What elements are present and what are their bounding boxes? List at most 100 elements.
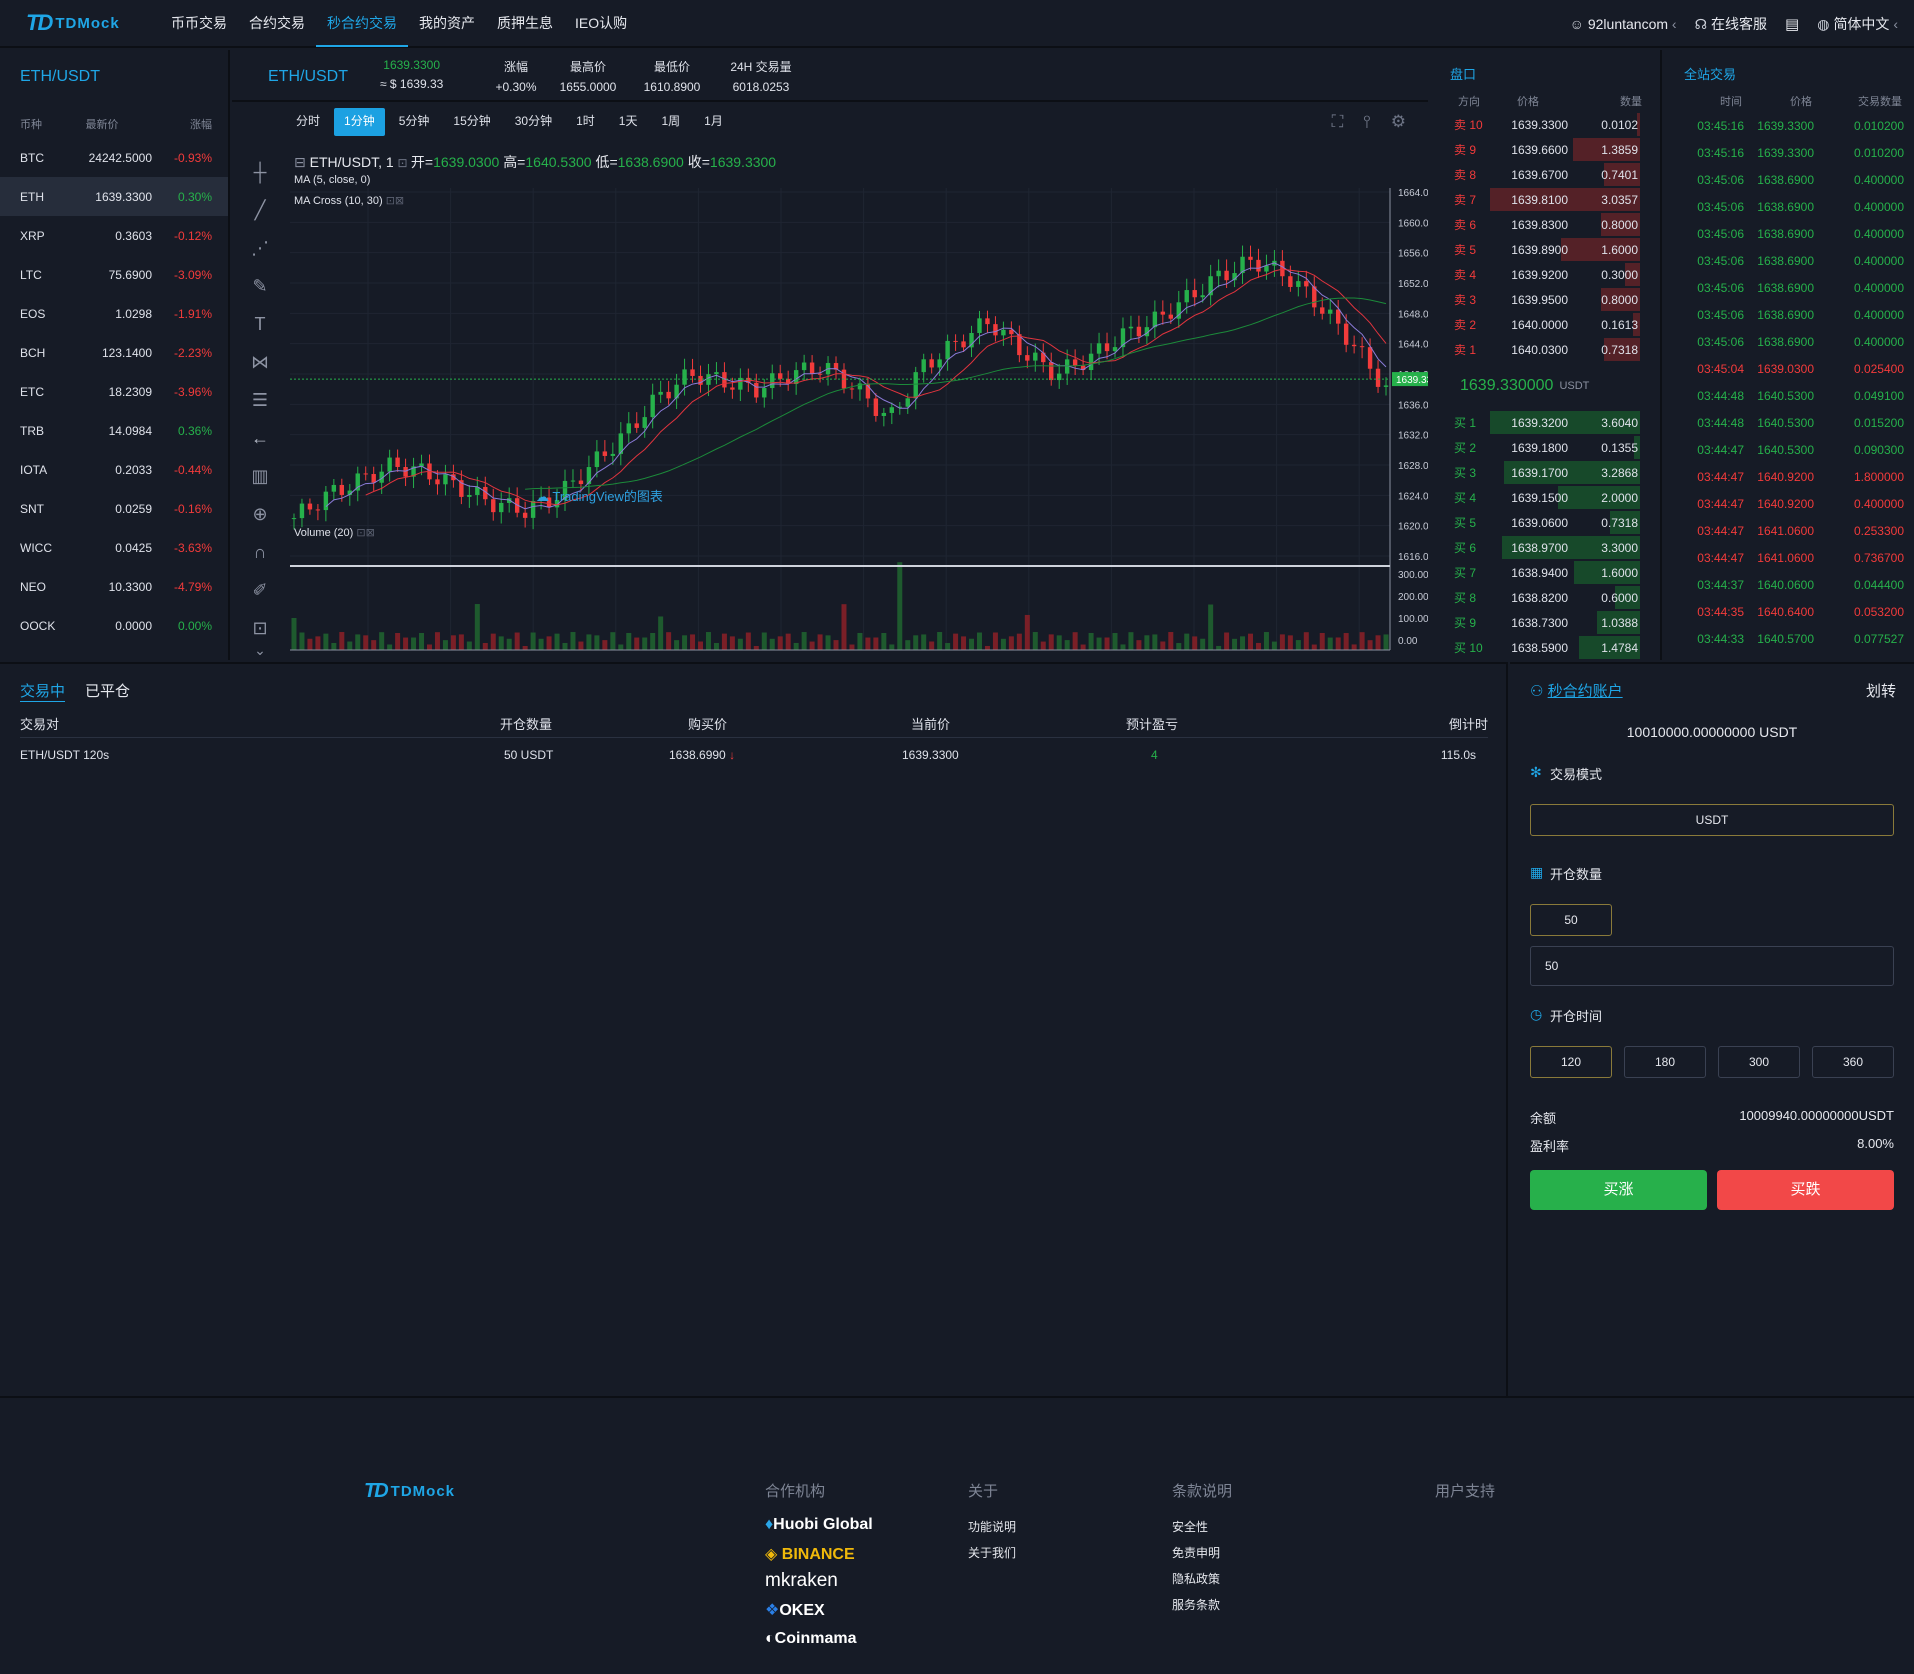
nav-second-contract[interactable]: 秒合约交易: [316, 0, 408, 47]
language-menu[interactable]: ◍ 简体中文 ‹: [1817, 14, 1898, 34]
download-icon[interactable]: ▤: [1785, 15, 1799, 33]
magnet-icon[interactable]: ∩: [248, 540, 272, 564]
ruler-icon[interactable]: ▥: [248, 464, 272, 488]
interval-tab[interactable]: 15分钟: [443, 108, 500, 136]
market-row[interactable]: SNT 0.0259 -0.16%: [0, 489, 228, 528]
time-option-360[interactable]: 360: [1812, 1046, 1894, 1078]
bid-row[interactable]: 买 9 1638.7300 1.0388: [1430, 610, 1660, 635]
ask-row[interactable]: 卖 2 1640.0000 0.1613: [1430, 312, 1660, 337]
interval-tab[interactable]: 1时: [566, 108, 605, 136]
footer-link-privacy[interactable]: 隐私政策: [1172, 1570, 1220, 1587]
nav-assets[interactable]: 我的资产: [408, 0, 486, 47]
partner-binance[interactable]: ◈ BINANCE: [765, 1544, 855, 1564]
time-option-180[interactable]: 180: [1624, 1046, 1706, 1078]
market-row[interactable]: ETC 18.2309 -3.96%: [0, 372, 228, 411]
collapse-icon[interactable]: ⊟: [294, 154, 306, 170]
brush-icon[interactable]: ✎: [248, 274, 272, 298]
footer-link-about[interactable]: 关于我们: [968, 1544, 1016, 1561]
partner-okex[interactable]: ❖OKEX: [765, 1600, 825, 1620]
market-row[interactable]: TRB 14.0984 0.36%: [0, 411, 228, 450]
partner-coinmama[interactable]: ◐Coinmama: [765, 1630, 856, 1648]
amount-input[interactable]: 50: [1530, 946, 1894, 986]
nav-staking[interactable]: 质押生息: [486, 0, 564, 47]
market-row[interactable]: OOCK 0.0000 0.00%: [0, 606, 228, 645]
ask-row[interactable]: 卖 4 1639.9200 0.3000: [1430, 262, 1660, 287]
legend-controls-icon[interactable]: ⊡⊠: [356, 527, 374, 539]
buy-down-button[interactable]: 买跌: [1717, 1170, 1894, 1210]
market-row[interactable]: IOTA 0.2033 -0.44%: [0, 450, 228, 489]
bid-row[interactable]: 买 6 1638.9700 3.3000: [1430, 535, 1660, 560]
interval-tab[interactable]: 1周: [651, 108, 690, 136]
ask-row[interactable]: 卖 10 1639.3300 0.0102: [1430, 112, 1660, 137]
nav-contract[interactable]: 合约交易: [238, 0, 316, 47]
tradingview-watermark[interactable]: ☁ TradingView的图表: [536, 486, 663, 505]
market-row[interactable]: BCH 123.1400 -2.23%: [0, 333, 228, 372]
pattern-icon[interactable]: ⋈: [248, 350, 272, 374]
bid-row[interactable]: 买 2 1639.1800 0.1355: [1430, 435, 1660, 460]
partner-kraken[interactable]: mkraken: [765, 1570, 838, 1592]
indicators-icon[interactable]: ⫯: [1363, 112, 1370, 132]
interval-tab[interactable]: 30分钟: [505, 108, 562, 136]
account-title[interactable]: ⚇ 秒合约账户: [1530, 680, 1623, 701]
ask-row[interactable]: 卖 3 1639.9500 0.8000: [1430, 287, 1660, 312]
tab-open[interactable]: 交易中: [20, 680, 66, 702]
footer-link-features[interactable]: 功能说明: [968, 1518, 1016, 1535]
legend-controls-icon[interactable]: ⊡⊠: [386, 195, 404, 207]
ask-row[interactable]: 卖 9 1639.6600 1.3859: [1430, 137, 1660, 162]
ask-row[interactable]: 卖 1 1640.0300 0.7318: [1430, 337, 1660, 362]
support-link[interactable]: ☊ 在线客服: [1695, 14, 1767, 34]
chevron-down-icon[interactable]: ⌄: [248, 638, 272, 662]
interval-tab[interactable]: 1分钟: [334, 108, 385, 136]
lock-icon[interactable]: ⊡: [248, 616, 272, 640]
bid-row[interactable]: 买 1 1639.3200 3.6040: [1430, 410, 1660, 435]
mode-select[interactable]: USDT: [1530, 804, 1894, 836]
interval-tab[interactable]: 1天: [609, 108, 648, 136]
amount-preset[interactable]: 50: [1530, 904, 1612, 936]
footer-link-disclaimer[interactable]: 免责申明: [1172, 1544, 1220, 1561]
market-row[interactable]: WICC 0.0425 -3.63%: [0, 528, 228, 567]
footer-link-security[interactable]: 安全性: [1172, 1518, 1208, 1535]
bid-row[interactable]: 买 8 1638.8200 0.6000: [1430, 585, 1660, 610]
ask-row[interactable]: 卖 5 1639.8900 1.6000: [1430, 237, 1660, 262]
settings-icon[interactable]: ⊡: [398, 156, 411, 170]
back-arrow-icon[interactable]: ←: [248, 426, 272, 450]
footer-logo[interactable]: TD TDMock: [364, 1480, 455, 1503]
ask-row[interactable]: 卖 8 1639.6700 0.7401: [1430, 162, 1660, 187]
market-row[interactable]: EOS 1.0298 -1.91%: [0, 294, 228, 333]
buy-up-button[interactable]: 买涨: [1530, 1170, 1707, 1210]
market-row[interactable]: BTC 24242.5000 -0.93%: [0, 138, 228, 177]
trendline-icon[interactable]: ╱: [248, 198, 272, 222]
fib-icon[interactable]: ⋰: [248, 236, 272, 260]
tab-closed[interactable]: 已平仓: [85, 680, 130, 702]
market-row[interactable]: LTC 75.6900 -3.09%: [0, 255, 228, 294]
nav-spot[interactable]: 币币交易: [160, 0, 238, 47]
nav-ieo[interactable]: IEO认购: [564, 0, 638, 47]
footer-link-terms[interactable]: 服务条款: [1172, 1596, 1220, 1613]
user-menu[interactable]: ☺ 92luntancom ‹: [1570, 16, 1677, 32]
bid-row[interactable]: 买 7 1638.9400 1.6000: [1430, 560, 1660, 585]
interval-tab[interactable]: 5分钟: [389, 108, 440, 136]
crosshair-icon[interactable]: ┼: [248, 160, 272, 184]
transfer-link[interactable]: 划转: [1866, 680, 1896, 701]
interval-tab[interactable]: 1月: [694, 108, 733, 136]
gear-icon[interactable]: ⚙: [1391, 112, 1406, 132]
bid-row[interactable]: 买 4 1639.1500 2.0000: [1430, 485, 1660, 510]
logo[interactable]: TD TDMock: [26, 10, 146, 36]
text-tool-icon[interactable]: T: [248, 312, 272, 336]
time-option-300[interactable]: 300: [1718, 1046, 1800, 1078]
market-row[interactable]: XRP 0.3603 -0.12%: [0, 216, 228, 255]
table-row[interactable]: ETH/USDT 120s 50 USDT 1638.6990 ↓ 1639.3…: [20, 748, 1488, 768]
measure-icon[interactable]: ☰: [248, 388, 272, 412]
bid-row[interactable]: 买 5 1639.0600 0.7318: [1430, 510, 1660, 535]
zoom-icon[interactable]: ⊕: [248, 502, 272, 526]
bid-row[interactable]: 买 10 1638.5900 1.4784: [1430, 635, 1660, 660]
time-option-120[interactable]: 120: [1530, 1046, 1612, 1078]
partner-huobi[interactable]: ♦Huobi Global: [765, 1516, 873, 1534]
candlestick-chart[interactable]: 1664.0000 1660.0000 1656.0000 1652.0000 1648…: [290, 142, 1428, 660]
market-row[interactable]: ETH 1639.3300 0.30%: [0, 177, 228, 216]
interval-tab[interactable]: 分时: [286, 108, 330, 136]
bid-row[interactable]: 买 3 1639.1700 3.2868: [1430, 460, 1660, 485]
ask-row[interactable]: 卖 6 1639.8300 0.8000: [1430, 212, 1660, 237]
ask-row[interactable]: 卖 7 1639.8100 3.0357: [1430, 187, 1660, 212]
lock-pencil-icon[interactable]: ✐: [248, 578, 272, 602]
